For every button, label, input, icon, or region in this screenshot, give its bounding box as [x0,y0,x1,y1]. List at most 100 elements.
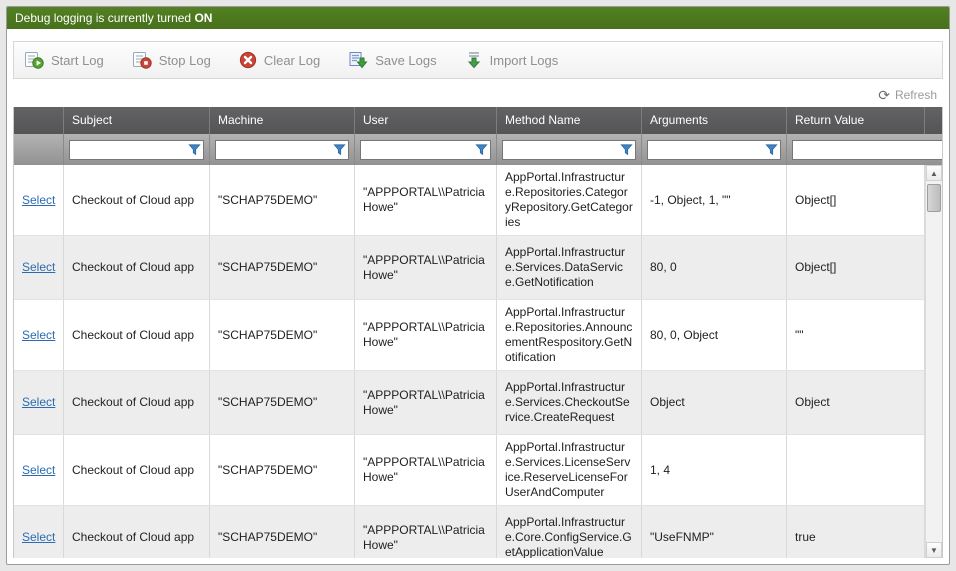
column-header-subject[interactable]: Subject [64,107,210,134]
filter-input-subject[interactable] [70,142,185,158]
refresh-label: Refresh [895,88,937,102]
cell-return-value: Object[] [787,236,925,299]
start-log-icon [24,51,44,69]
cell-select: Select [14,236,64,299]
toolbar-button-label: Stop Log [159,53,211,68]
save-logs-icon [348,51,368,69]
start-log-button[interactable]: Start Log [24,51,104,69]
column-header-empty [14,107,64,134]
cell-arguments: 1, 4 [642,435,787,505]
cell-return-value: Object [787,371,925,434]
cell-machine: "SCHAP75DEMO" [210,506,355,558]
table-row: Select Checkout of Cloud app"SCHAP75DEMO"… [14,371,925,435]
stop-log-button[interactable]: Stop Log [132,51,211,69]
vertical-scrollbar[interactable]: ▲ ▼ [925,165,942,558]
filter-input-return-value[interactable] [793,142,943,158]
filter-box [215,140,349,160]
cell-subject: Checkout of Cloud app [64,371,210,434]
select-link[interactable]: Select [22,463,55,478]
toolbar-button-label: Clear Log [264,53,320,68]
scroll-down-button[interactable]: ▼ [926,542,942,558]
toolbar-button-label: Import Logs [490,53,559,68]
scrollbar-track[interactable] [926,181,942,542]
save-logs-button[interactable]: Save Logs [348,51,436,69]
cell-return-value [787,435,925,505]
filter-box [502,140,636,160]
filter-box [792,140,943,160]
table-row: SelectCheckout of Cloud app"SCHAP75DEMO"… [14,165,925,236]
cell-user: "APPPORTAL\\PatriciaHowe" [355,371,497,434]
filter-cell-method-name [497,134,642,165]
cell-subject: Checkout of Cloud app [64,236,210,299]
column-header-arguments[interactable]: Arguments [642,107,787,134]
cell-select: Select [14,435,64,505]
filter-funnel-icon[interactable] [330,143,348,156]
filter-cell-return-value [787,134,943,165]
cell-user: "APPPORTAL\\PatriciaHowe" [355,300,497,370]
toolbar-button-label: Start Log [51,53,104,68]
cell-machine: "SCHAP75DEMO" [210,165,355,235]
banner-status: ON [194,11,212,25]
cell-arguments: -1, Object, 1, "" [642,165,787,235]
cell-user: "APPPORTAL\\PatriciaHowe" [355,165,497,235]
cell-return-value: true [787,506,925,558]
clear-log-icon [239,51,257,69]
cell-select: Select [14,300,64,370]
filter-cell-user [355,134,497,165]
table-row: SelectCheckout of Cloud app"SCHAP75DEMO"… [14,236,925,300]
cell-machine: "SCHAP75DEMO" [210,435,355,505]
clear-log-button[interactable]: Clear Log [239,51,320,69]
column-header-machine[interactable]: Machine [210,107,355,134]
cell-user: "APPPORTAL\\PatriciaHowe" [355,236,497,299]
cell-select: Select [14,371,64,434]
select-link[interactable]: Select [22,260,55,275]
refresh-button[interactable]: ⟳ Refresh [878,88,937,102]
cell-arguments: 80, 0 [642,236,787,299]
log-grid: SubjectMachineUserMethod NameArgumentsRe… [13,107,943,558]
cell-method: AppPortal.Infrastructure.Services.Licens… [497,435,642,505]
filter-cell-machine [210,134,355,165]
filter-input-arguments[interactable] [648,142,762,158]
filter-input-method-name[interactable] [503,142,617,158]
filter-box [360,140,491,160]
grid-rows: SelectCheckout of Cloud app"SCHAP75DEMO"… [14,165,925,558]
cell-machine: "SCHAP75DEMO" [210,371,355,434]
stop-log-icon [132,51,152,69]
filter-cell-empty [14,134,64,165]
column-header-return-value[interactable]: Return Value [787,107,925,134]
cell-user: "APPPORTAL\\PatriciaHowe" [355,435,497,505]
cell-arguments: Object [642,371,787,434]
grid-body: SelectCheckout of Cloud app"SCHAP75DEMO"… [14,165,942,558]
cell-method: AppPortal.Infrastructure.Services.DataSe… [497,236,642,299]
select-link[interactable]: Select [22,193,55,208]
cell-machine: "SCHAP75DEMO" [210,300,355,370]
debug-log-window: Debug logging is currently turned ON Sta… [6,6,950,565]
scrollbar-thumb[interactable] [927,184,941,212]
filter-input-user[interactable] [361,142,472,158]
column-header-method-name[interactable]: Method Name [497,107,642,134]
select-link[interactable]: Select [22,530,55,545]
select-link[interactable]: Select [22,328,55,343]
filter-funnel-icon[interactable] [762,143,780,156]
scroll-up-button[interactable]: ▲ [926,165,942,181]
cell-select: Select [14,165,64,235]
cell-subject: Checkout of Cloud app [64,300,210,370]
cell-return-value: Object[] [787,165,925,235]
filter-funnel-icon[interactable] [617,143,635,156]
import-logs-button[interactable]: Import Logs [465,51,559,69]
select-link[interactable]: Select [22,395,55,410]
banner-text: Debug logging is currently turned [15,11,194,25]
table-row: Select Checkout of Cloud app"SCHAP75DEMO"… [14,300,925,371]
cell-subject: Checkout of Cloud app [64,435,210,505]
filter-funnel-icon[interactable] [472,143,490,156]
filter-input-machine[interactable] [216,142,330,158]
import-logs-icon [465,51,483,69]
header-scrollbar-spacer [925,107,942,134]
filter-funnel-icon[interactable] [185,143,203,156]
filter-box [647,140,781,160]
column-header-user[interactable]: User [355,107,497,134]
debug-status-banner: Debug logging is currently turned ON [7,7,949,29]
header-row: SubjectMachineUserMethod NameArgumentsRe… [14,107,942,134]
table-row: SelectCheckout of Cloud app"SCHAP75DEMO"… [14,506,925,558]
table-row: Select Checkout of Cloud app"SCHAP75DEMO"… [14,435,925,506]
